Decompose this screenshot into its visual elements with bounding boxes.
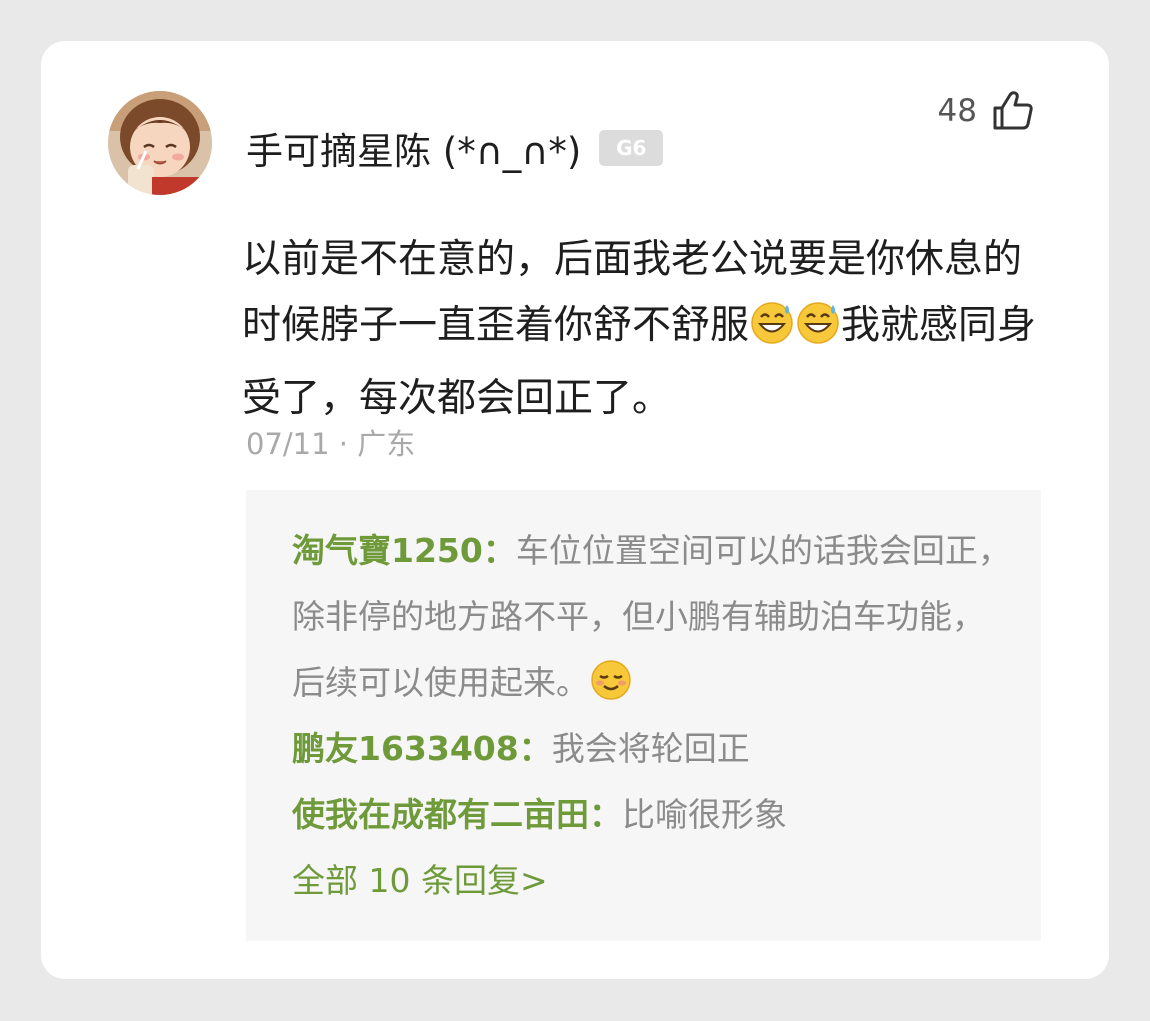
reply-text: 我会将轮回正	[551, 729, 750, 768]
comment-date-location: 07/11 · 广东	[246, 427, 416, 461]
like-count: 48	[937, 93, 977, 129]
reply-author[interactable]: 使我在成都有二亩田：	[292, 795, 622, 834]
avatar[interactable]	[108, 91, 212, 195]
reply-author[interactable]: 淘气寶1250：	[292, 531, 516, 570]
reply-item[interactable]: 使我在成都有二亩田：比喻很形象	[292, 782, 1012, 848]
author-name[interactable]: 手可摘星陈 (*∩_∩*)	[246, 121, 581, 175]
author-row: 手可摘星陈 (*∩_∩*) G6	[246, 121, 664, 175]
view-all-replies-link[interactable]: 全部 10 条回复>	[292, 848, 548, 914]
level-badge: G6	[599, 130, 664, 166]
grinning-sweat-emoji-icon	[749, 299, 795, 366]
replies-panel: 淘气寶1250：车位位置空间可以的话我会回正，除非停的地方路不平，但小鹏有辅助泊…	[246, 490, 1041, 941]
reply-text: 比喻很形象	[622, 795, 787, 834]
comment-body: 以前是不在意的，后面我老公说要是你休息的时候脖子一直歪着你舒不舒服 我就感同身受了…	[242, 227, 1052, 432]
thumbs-up-icon	[991, 89, 1035, 133]
grinning-sweat-emoji-icon	[795, 299, 841, 366]
reply-item[interactable]: 鹏友1633408：我会将轮回正	[292, 716, 1012, 782]
reply-item[interactable]: 淘气寶1250：车位位置空间可以的话我会回正，除非停的地方路不平，但小鹏有辅助泊…	[292, 518, 1012, 724]
smiling-face-emoji-icon	[589, 658, 633, 724]
like-button[interactable]: 48	[938, 89, 1035, 133]
reply-author[interactable]: 鹏友1633408：	[292, 729, 552, 768]
comment-card: 手可摘星陈 (*∩_∩*) G6 48 以前是不在意的，后面我老公说要是你休息的…	[41, 41, 1109, 979]
